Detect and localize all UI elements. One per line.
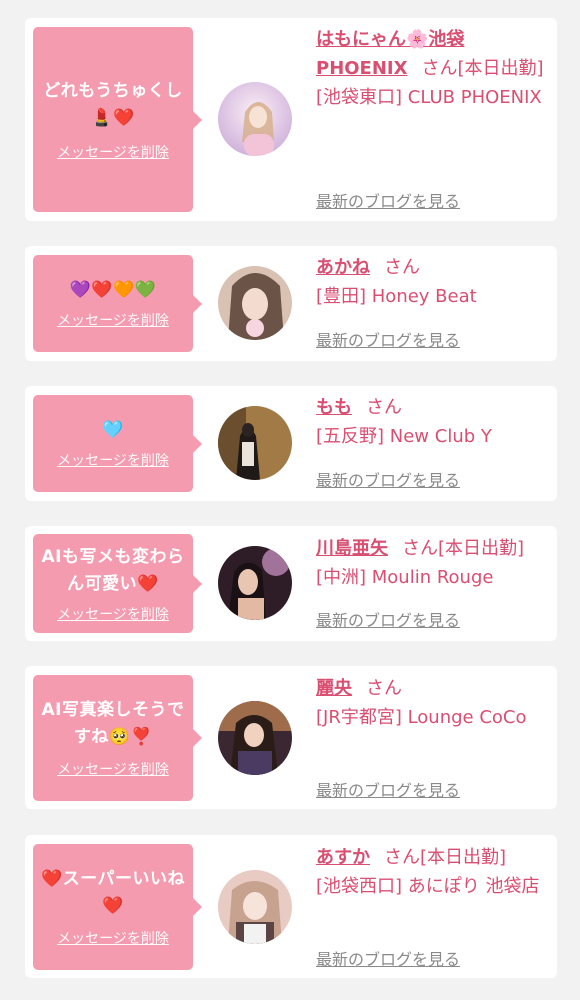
sender-info: あすか さん[本日出勤] [池袋西口] あにぽり 池袋店	[316, 843, 547, 901]
sender-info: 麗央 さん [JR宇都宮] Lounge CoCo	[316, 674, 547, 732]
avatar-image	[218, 406, 292, 480]
sender-name-link[interactable]: あすか	[316, 847, 370, 868]
list-item: ❤️スーパーいいね❤️ メッセージを削除 あすか さん[本日出勤] [池袋西口] …	[25, 835, 557, 978]
sender-name-link[interactable]: 麗央	[316, 678, 352, 699]
delete-message-link[interactable]: メッセージを削除	[57, 450, 169, 470]
message-text: 🩵	[102, 420, 124, 440]
view-latest-blog-link[interactable]: 最新のブログを見る	[316, 467, 460, 491]
list-item: AI写真楽しそうですね🥺❣️ メッセージを削除 麗央 さん [JR宇都宮] Lou…	[25, 666, 557, 809]
sender-name-link[interactable]: 川島亜矢	[316, 538, 388, 559]
message-bubble: 🩵 メッセージを削除	[33, 395, 202, 492]
list-item: どれもうちゅくし💄❤️ メッセージを削除 はもにゃん🌸池袋PHOENIX さん[本…	[25, 18, 557, 221]
sender-suffix: さん	[384, 257, 420, 278]
store-label: [池袋西口] あにぽり 池袋店	[316, 876, 540, 897]
sender-suffix: さん	[366, 397, 402, 418]
list-item: AIも写メも変わらん可愛い❤️ メッセージを削除 川島亜矢 さん[本日出勤] [中…	[25, 526, 557, 641]
avatar-image	[218, 870, 292, 944]
message-text: AIも写メも変わらん可愛い❤️	[41, 546, 185, 594]
sender-name-link[interactable]: もも	[316, 397, 352, 418]
message-bubble: AI写真楽しそうですね🥺❣️ メッセージを削除	[33, 675, 202, 801]
sender-info: はもにゃん🌸池袋PHOENIX さん[本日出勤] [池袋東口] CLUB PHOE…	[316, 25, 547, 112]
delete-message-link[interactable]: メッセージを削除	[57, 928, 169, 948]
message-bubble: 💜❤️🧡💚 メッセージを削除	[33, 255, 202, 352]
avatar[interactable]	[218, 266, 292, 340]
sender-suffix: さん	[366, 678, 402, 699]
message-bubble: どれもうちゅくし💄❤️ メッセージを削除	[33, 27, 202, 212]
sender-name-link[interactable]: あかね	[316, 257, 370, 278]
delete-message-link[interactable]: メッセージを削除	[57, 604, 169, 624]
message-text: ❤️スーパーいいね❤️	[41, 869, 185, 916]
message-text: 💜❤️🧡💚	[69, 280, 157, 300]
list-item: 💜❤️🧡💚 メッセージを削除 あかね さん [豊田] Honey Beat 最新の…	[25, 246, 557, 361]
store-label: [池袋東口] CLUB PHOENIX	[316, 87, 542, 108]
view-latest-blog-link[interactable]: 最新のブログを見る	[316, 777, 460, 801]
view-latest-blog-link[interactable]: 最新のブログを見る	[316, 607, 460, 631]
avatar[interactable]	[218, 406, 292, 480]
view-latest-blog-link[interactable]: 最新のブログを見る	[316, 946, 460, 970]
avatar[interactable]	[218, 82, 292, 156]
sender-suffix: さん[本日出勤]	[402, 538, 525, 559]
avatar-image	[218, 266, 292, 340]
list-item: 🩵 メッセージを削除 もも さん [五反野] New Club Y 最新のブログを…	[25, 386, 557, 501]
avatar-image	[218, 82, 292, 156]
delete-message-link[interactable]: メッセージを削除	[57, 759, 169, 779]
view-latest-blog-link[interactable]: 最新のブログを見る	[316, 188, 460, 212]
sender-info: あかね さん [豊田] Honey Beat	[316, 253, 547, 311]
delete-message-link[interactable]: メッセージを削除	[57, 142, 169, 162]
avatar[interactable]	[218, 546, 292, 620]
store-label: [五反野] New Club Y	[316, 426, 492, 447]
avatar-image	[218, 701, 292, 775]
message-text: AI写真楽しそうですね🥺❣️	[41, 700, 185, 747]
store-label: [JR宇都宮] Lounge CoCo	[316, 707, 527, 728]
sender-info: もも さん [五反野] New Club Y	[316, 393, 547, 451]
message-bubble: ❤️スーパーいいね❤️ メッセージを削除	[33, 844, 202, 970]
avatar-image	[218, 546, 292, 620]
message-bubble: AIも写メも変わらん可愛い❤️ メッセージを削除	[33, 534, 202, 633]
sender-suffix: さん[本日出勤]	[384, 847, 507, 868]
avatar[interactable]	[218, 870, 292, 944]
store-label: [中洲] Moulin Rouge	[316, 567, 494, 588]
view-latest-blog-link[interactable]: 最新のブログを見る	[316, 327, 460, 351]
message-text: どれもうちゅくし💄❤️	[43, 80, 183, 128]
sender-suffix: さん[本日出勤]	[421, 58, 544, 79]
avatar[interactable]	[218, 701, 292, 775]
sender-info: 川島亜矢 さん[本日出勤] [中洲] Moulin Rouge	[316, 534, 547, 592]
delete-message-link[interactable]: メッセージを削除	[57, 310, 169, 330]
store-label: [豊田] Honey Beat	[316, 286, 477, 307]
